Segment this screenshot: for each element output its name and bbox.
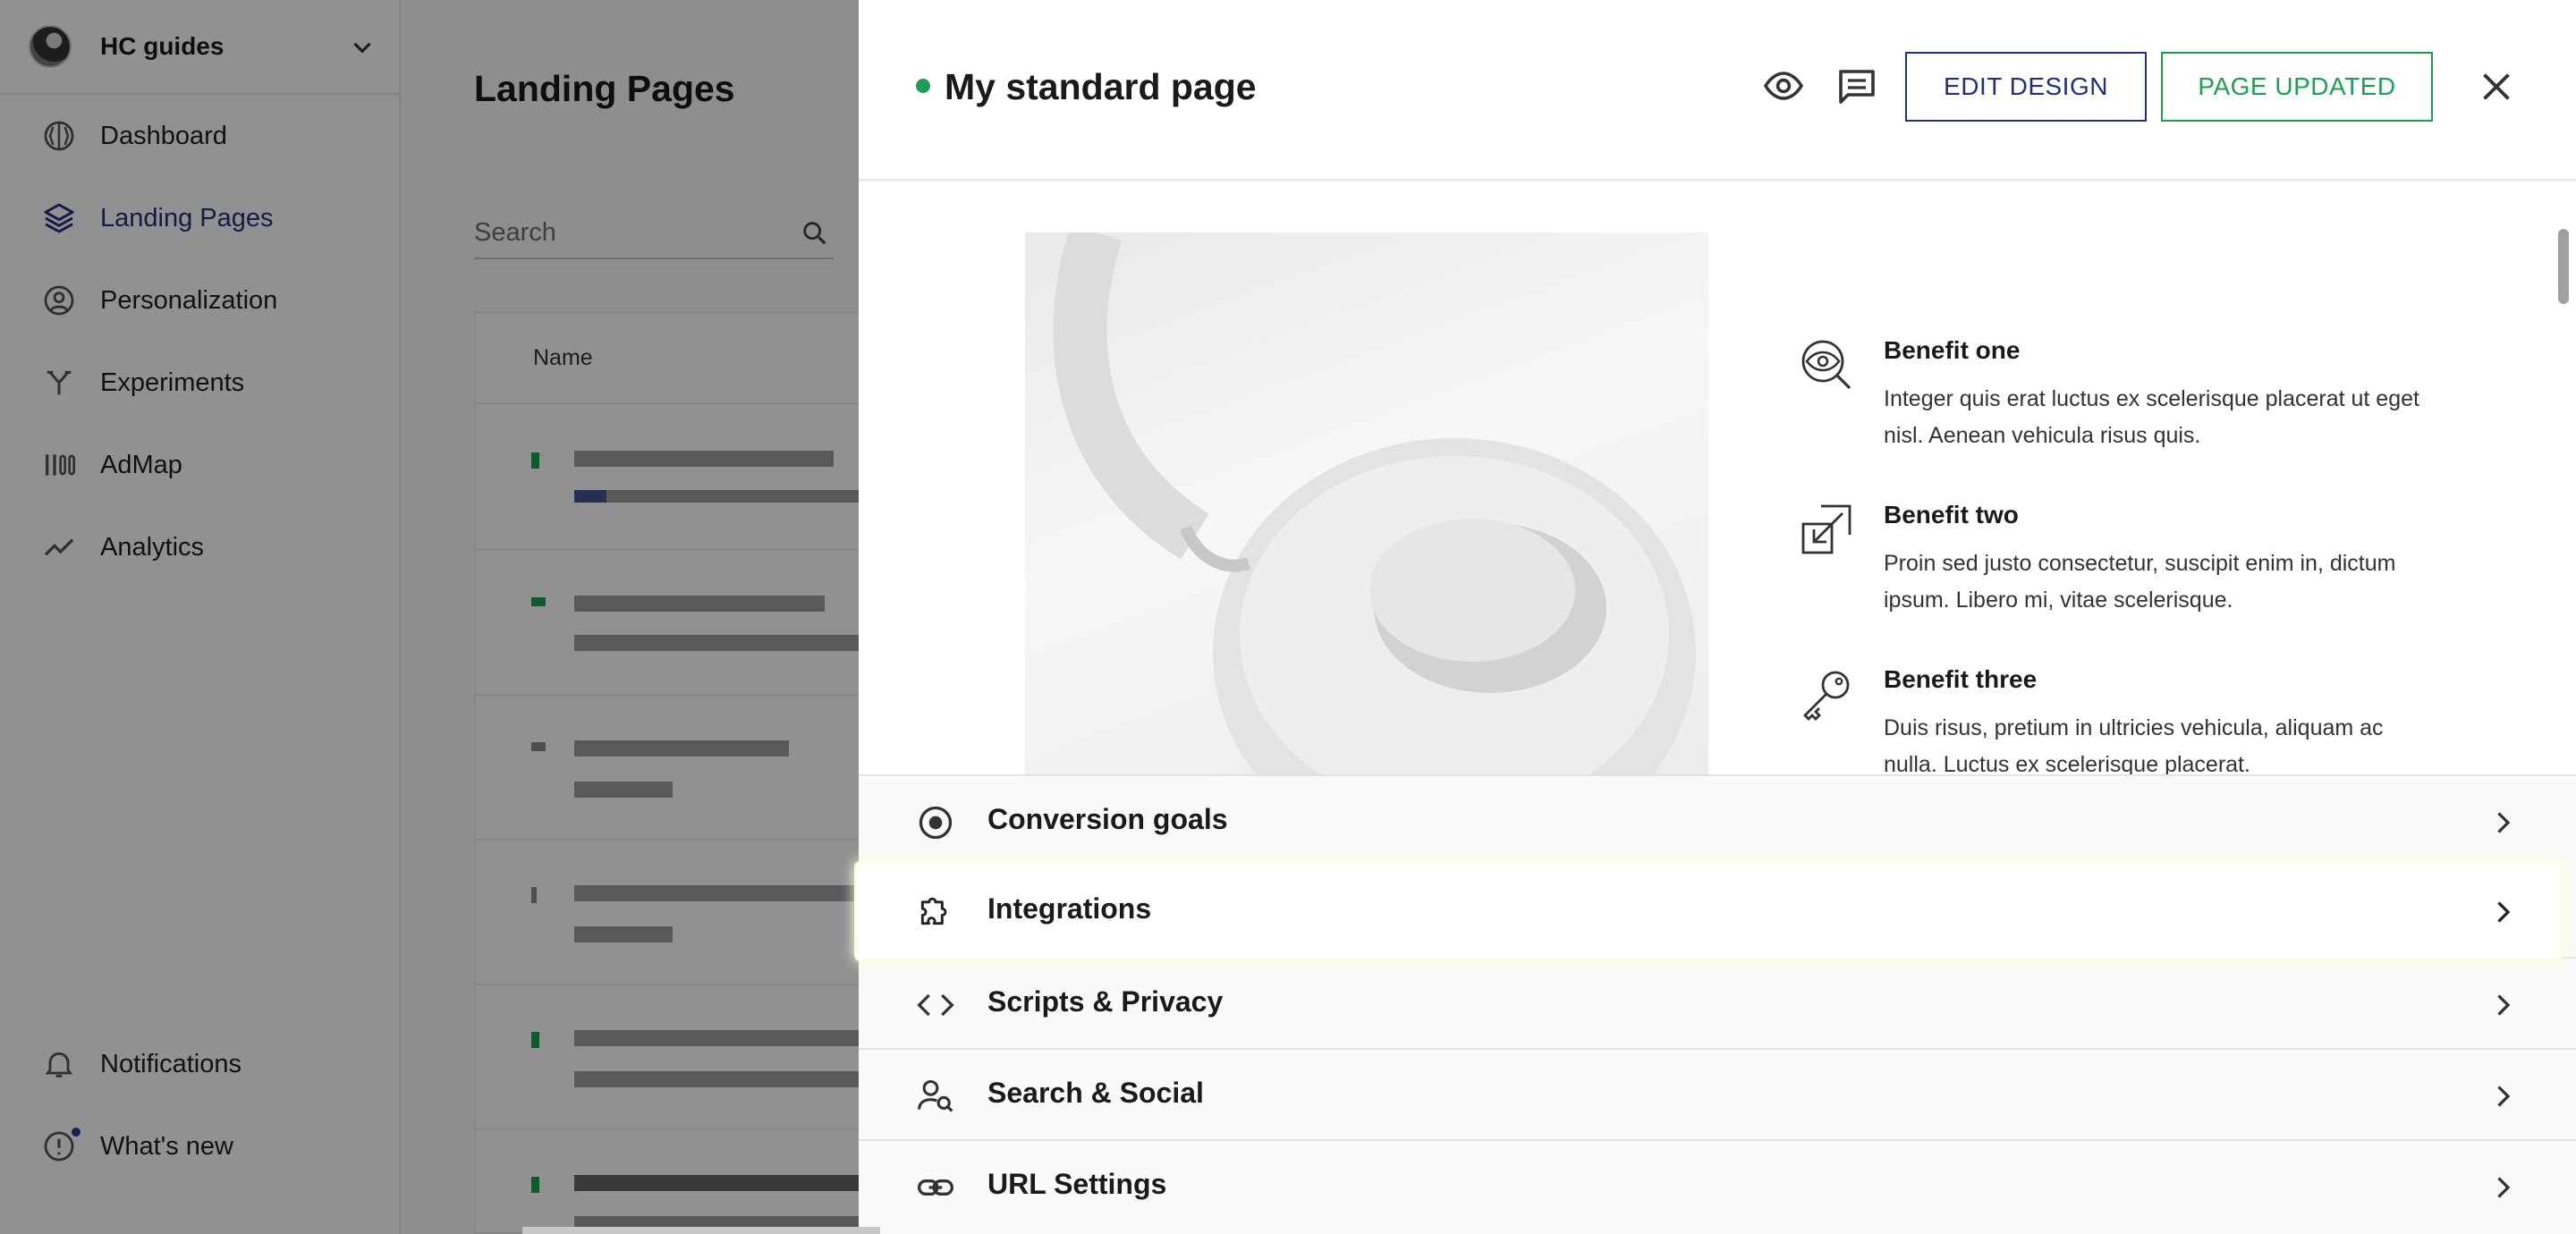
panel-header: My standard page EDIT DESIGN PAGE UPDATE… [859, 0, 2576, 181]
chevron-right-icon [2497, 812, 2511, 833]
section-search-social[interactable]: Search & Social [859, 1048, 2576, 1139]
page-preview: Benefit one Integer quis erat luctus ex … [859, 182, 2576, 774]
scrollbar[interactable] [2558, 229, 2569, 304]
resize-icon [1801, 504, 1852, 554]
chevron-right-icon [2497, 1086, 2511, 1107]
chevron-right-icon [2497, 901, 2511, 923]
edit-design-button[interactable]: EDIT DESIGN [1905, 52, 2147, 122]
panel-title: My standard page [945, 66, 1257, 107]
status-indicator [916, 79, 930, 93]
page-detail-panel: My standard page EDIT DESIGN PAGE UPDATE… [859, 0, 2576, 1234]
horizontal-scrollbar[interactable] [522, 1227, 880, 1234]
hero-image [1025, 232, 1708, 774]
section-label: Search & Social [987, 1077, 1204, 1109]
person-search-icon [918, 1079, 953, 1112]
headphones-image [1053, 232, 1696, 774]
section-url-settings[interactable]: URL Settings [859, 1139, 2576, 1230]
target-icon [919, 806, 953, 840]
eye-icon[interactable] [1762, 64, 1805, 107]
benefit-title: Benefit one [1884, 336, 2021, 364]
key-icon [1803, 671, 1850, 721]
chevron-right-icon [2497, 1177, 2511, 1198]
benefit-text: Proin sed justo consectetur, suscipit en… [1884, 551, 2396, 613]
eye-search-icon [1801, 340, 1852, 390]
benefit-text: Integer quis erat luctus ex scelerisque … [1884, 386, 2419, 448]
link-icon [918, 1179, 953, 1196]
section-scripts-privacy[interactable]: Scripts & Privacy [859, 957, 2576, 1048]
section-label: Integrations [987, 892, 1152, 925]
chevron-right-icon [2497, 994, 2511, 1016]
benefit-text: Duis risus, pretium in ultricies vehicul… [1884, 715, 2384, 774]
section-label: Conversion goals [987, 803, 1228, 835]
benefit-title: Benefit three [1884, 665, 2038, 693]
section-label: Scripts & Privacy [987, 985, 1224, 1018]
section-conversion-goals[interactable]: Conversion goals [859, 774, 2576, 866]
comment-icon[interactable] [1835, 64, 1878, 107]
section-integrations[interactable]: Integrations [857, 864, 2560, 959]
section-label: URL Settings [987, 1168, 1167, 1200]
benefit-title: Benefit two [1884, 501, 2019, 528]
page-updated-button[interactable]: PAGE UPDATED [2161, 52, 2433, 122]
puzzle-icon [920, 897, 947, 926]
code-icon [917, 993, 954, 1017]
close-icon[interactable] [2476, 66, 2517, 107]
